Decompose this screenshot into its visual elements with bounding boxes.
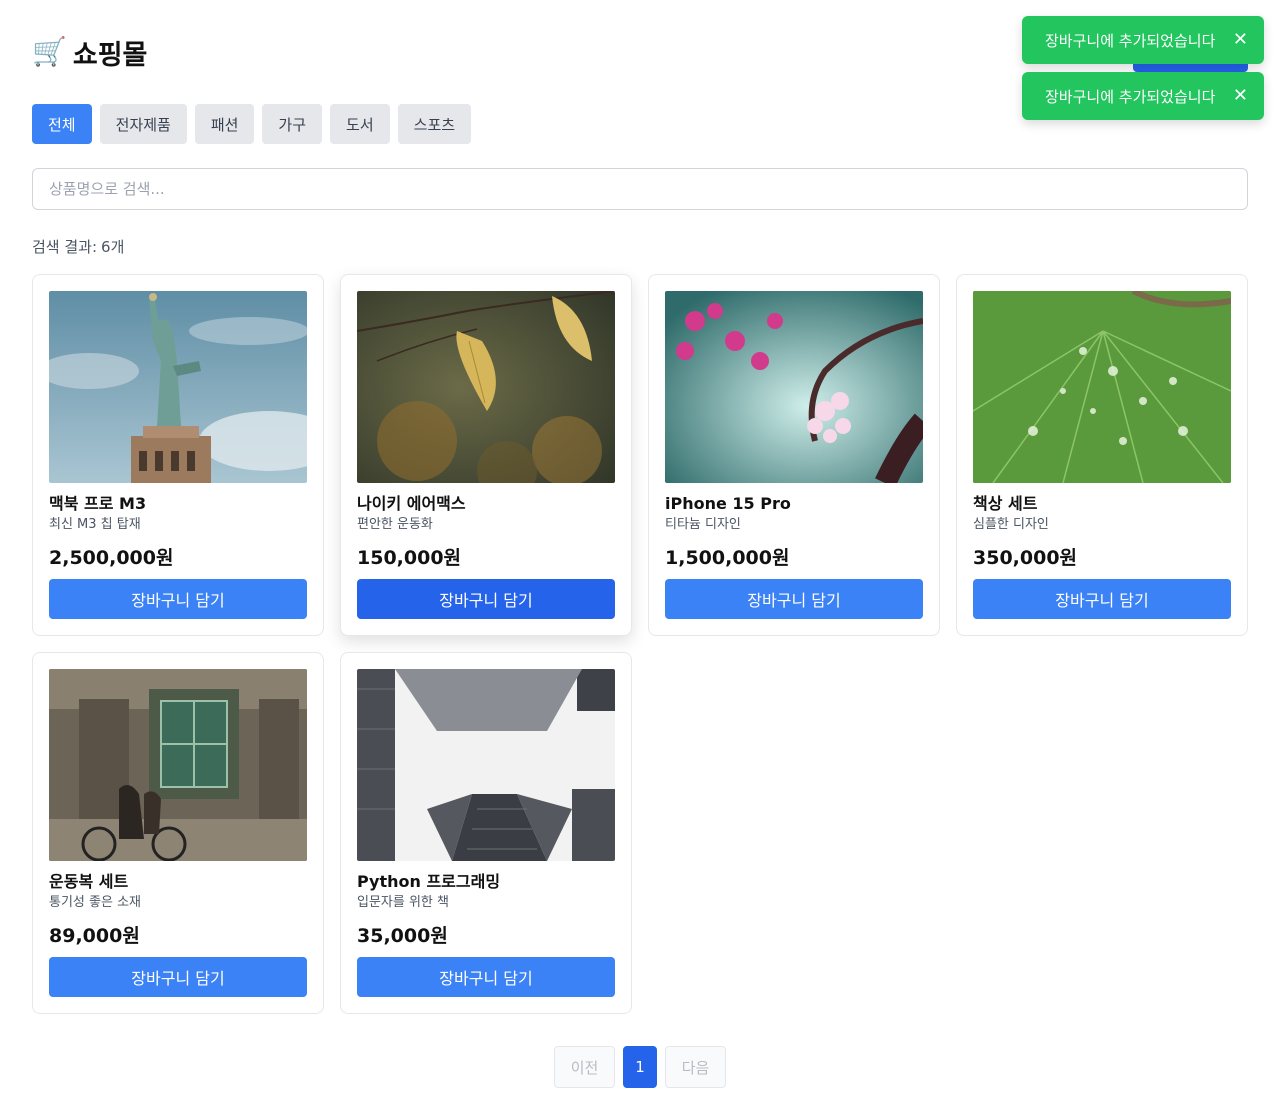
page-title: 🛒 쇼핑몰 [32,34,148,71]
product-image[interactable] [357,669,615,861]
add-to-cart-button[interactable]: 장바구니 담기 [665,579,923,619]
product-image[interactable] [973,291,1231,483]
product-image[interactable] [665,291,923,483]
product-price: 2,500,000원 [49,547,174,569]
toast-message: 장바구니에 추가되었습니다 [1045,31,1216,50]
pagination: 이전 1 다음 [554,1046,726,1088]
result-count-value: 6개 [101,238,125,256]
product-price: 150,000원 [357,547,462,569]
product-image[interactable] [49,669,307,861]
category-tabs: 전체 전자제품 패션 가구 도서 스포츠 [32,104,472,144]
toast-message: 장바구니에 추가되었습니다 [1045,87,1216,106]
product-card: 맥북 프로 M3 최신 M3 칩 탑재 2,500,000원 장바구니 담기 [32,274,324,636]
tab-furniture[interactable]: 가구 [262,104,323,144]
cherry-blossom-photo [665,291,923,483]
page-title-text: 쇼핑몰 [72,39,148,71]
product-description: 통기성 좋은 소재 [49,895,141,910]
product-name: 운동복 세트 [49,872,129,891]
product-card: 운동복 세트 통기성 좋은 소재 89,000원 장바구니 담기 [32,652,324,1014]
product-price: 89,000원 [49,925,140,947]
green-leaf-droplets-photo [973,291,1231,483]
street-bicycle-photo [49,669,307,861]
product-name: 맥북 프로 M3 [49,494,147,513]
autumn-leaves-photo [357,291,615,483]
product-name: 나이키 에어맥스 [357,494,466,513]
prev-page-button[interactable]: 이전 [554,1046,615,1088]
add-to-cart-button[interactable]: 장바구니 담기 [357,957,615,997]
toast-notification: 장바구니에 추가되었습니다 ✕ [1022,16,1264,64]
product-description: 입문자를 위한 책 [357,895,449,910]
tab-electronics[interactable]: 전자제품 [99,104,187,144]
product-card: 나이키 에어맥스 편안한 운동화 150,000원 장바구니 담기 [340,274,632,636]
product-name: 책상 세트 [973,494,1038,513]
product-description: 편안한 운동화 [357,517,433,532]
product-card: Python 프로그래밍 입문자를 위한 책 35,000원 장바구니 담기 [340,652,632,1014]
tab-fashion[interactable]: 패션 [194,104,255,144]
close-icon[interactable]: ✕ [1233,31,1248,49]
tab-sports[interactable]: 스포츠 [397,104,472,144]
product-card: iPhone 15 Pro 티타늄 디자인 1,500,000원 장바구니 담기 [648,274,940,636]
next-page-button[interactable]: 다음 [665,1046,726,1088]
skyscrapers-photo [357,669,615,861]
page-number-button[interactable]: 1 [623,1046,657,1088]
product-price: 35,000원 [357,925,448,947]
product-name: iPhone 15 Pro [665,494,791,513]
product-price: 1,500,000원 [665,547,790,569]
tab-all[interactable]: 전체 [32,104,92,144]
shopping-cart-icon: 🛒 [32,35,67,68]
close-icon[interactable]: ✕ [1233,87,1248,105]
add-to-cart-button[interactable]: 장바구니 담기 [357,579,615,619]
product-name: Python 프로그래밍 [357,872,501,891]
toast-notification: 장바구니에 추가되었습니다 ✕ [1022,72,1264,120]
product-description: 최신 M3 칩 탑재 [49,517,141,532]
add-to-cart-button[interactable]: 장바구니 담기 [49,579,307,619]
product-description: 심플한 디자인 [973,517,1049,532]
product-card: 책상 세트 심플한 디자인 350,000원 장바구니 담기 [956,274,1248,636]
tab-books[interactable]: 도서 [330,104,390,144]
add-to-cart-button[interactable]: 장바구니 담기 [973,579,1231,619]
statue-of-liberty-photo [49,291,307,483]
result-count-label: 검색 결과: [32,238,98,256]
product-image[interactable] [49,291,307,483]
add-to-cart-button[interactable]: 장바구니 담기 [49,957,307,997]
product-grid: 맥북 프로 M3 최신 M3 칩 탑재 2,500,000원 장바구니 담기 나… [32,274,1248,1014]
product-image[interactable] [357,291,615,483]
product-price: 350,000원 [973,547,1078,569]
result-count: 검색 결과: 6개 [32,236,124,257]
search-input[interactable] [32,168,1248,210]
product-description: 티타늄 디자인 [665,517,741,532]
